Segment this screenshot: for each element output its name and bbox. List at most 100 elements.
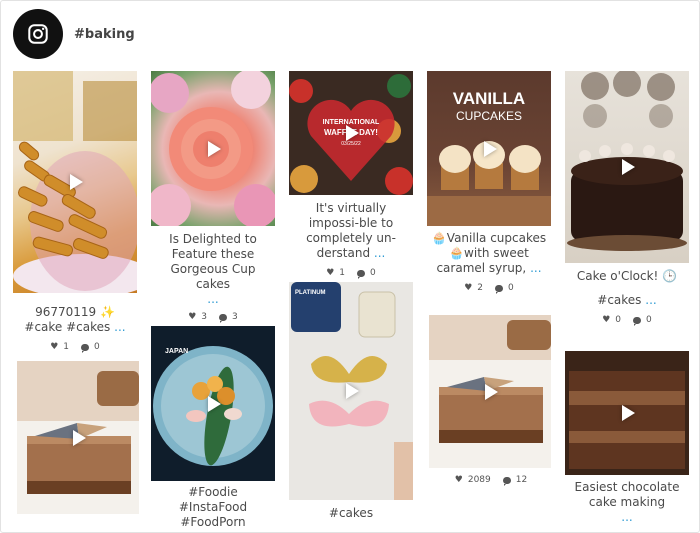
caption-text: Is Delighted to Feature these Gorgeous C… bbox=[169, 232, 257, 291]
post-stats: ♥ 2089 12 bbox=[429, 474, 553, 486]
vanilla-overlay: VANILLA bbox=[452, 89, 526, 108]
more-link[interactable]: ... bbox=[207, 292, 218, 306]
post-card: INTERNATIONAL WAFFLE DAY! 03/25/22 It's … bbox=[289, 71, 413, 279]
post-thumbnail[interactable] bbox=[429, 315, 551, 468]
heart-icon: ♥ bbox=[188, 311, 197, 322]
likes-count: 2089 bbox=[467, 475, 491, 485]
caption-tags: #cake #cakes bbox=[24, 320, 111, 334]
comments-count: 3 bbox=[232, 312, 238, 322]
post-caption: Easiest chocolate cake making ... bbox=[565, 480, 689, 525]
post-stats: ♥ 0 0 bbox=[565, 314, 689, 326]
likes-count: 0 bbox=[615, 315, 622, 325]
likes-stat: ♥ 1 bbox=[326, 268, 345, 278]
likes-count: 1 bbox=[339, 268, 346, 278]
post-thumbnail[interactable] bbox=[565, 71, 689, 263]
comments-stat: 0 bbox=[495, 283, 514, 294]
comments-stat: 0 bbox=[633, 315, 652, 326]
comments-stat: 3 bbox=[219, 312, 238, 323]
likes-stat: ♥ 3 bbox=[188, 312, 207, 322]
instagram-avatar[interactable] bbox=[13, 9, 63, 59]
comment-icon bbox=[633, 316, 642, 326]
caption-tags: #cakes bbox=[597, 293, 642, 307]
post-thumbnail[interactable]: VANILLA CUPCAKES bbox=[427, 71, 551, 226]
comment-icon bbox=[495, 284, 504, 294]
play-icon bbox=[346, 383, 359, 399]
post-caption: #cakes bbox=[328, 506, 374, 520]
post-card: Is Delighted to Feature these Gorgeous C… bbox=[151, 71, 275, 323]
waffle-date: 03/25/22 bbox=[341, 141, 361, 147]
post-thumbnail[interactable]: PLATINUM bbox=[289, 282, 413, 500]
comments-count: 0 bbox=[508, 283, 514, 293]
likes-stat: ♥ 0 bbox=[602, 315, 621, 325]
comments-count: 12 bbox=[515, 475, 528, 485]
hashtag-title[interactable]: #baking bbox=[74, 27, 135, 42]
feed-header: #baking bbox=[13, 9, 135, 59]
comments-stat: 0 bbox=[81, 342, 100, 353]
likes-stat: ♥ 2089 bbox=[455, 475, 491, 485]
post-card: PLATINUM #cakes bbox=[289, 282, 413, 521]
post-thumbnail[interactable] bbox=[13, 71, 137, 293]
more-link[interactable]: ... bbox=[530, 261, 541, 275]
more-link[interactable]: ... bbox=[621, 510, 632, 524]
post-card: Cake o'Clock! 🕒 #cakes ... ♥ 0 0 bbox=[565, 71, 689, 326]
post-card: JAPAN #Foodie #InstaFood #FoodPorn #NomN… bbox=[151, 326, 275, 532]
post-caption: Cake o'Clock! 🕒 #cakes ... bbox=[565, 269, 689, 308]
caption-tags-line: #cake #cakes ... bbox=[15, 320, 135, 335]
heart-icon: ♥ bbox=[50, 341, 59, 352]
play-icon bbox=[70, 174, 83, 190]
post-caption: 96770119 ✨ #cake #cakes ... bbox=[13, 305, 137, 335]
likes-count: 3 bbox=[201, 312, 208, 322]
comments-count: 0 bbox=[370, 268, 376, 278]
caption-text: 🧁Vanilla cupcakes 🧁with sweet caramel sy… bbox=[431, 231, 547, 275]
comment-icon bbox=[357, 269, 366, 279]
post-thumbnail[interactable] bbox=[17, 361, 139, 514]
post-caption: It's virtually impossi-ble to completely… bbox=[289, 201, 413, 261]
more-link[interactable]: ... bbox=[114, 320, 125, 334]
likes-count: 2 bbox=[477, 283, 484, 293]
post-card: 96770119 ✨ #cake #cakes ... ♥ 1 0 bbox=[13, 71, 137, 353]
likes-stat: ♥ 1 bbox=[50, 342, 69, 352]
post-thumbnail[interactable] bbox=[151, 71, 275, 226]
play-icon bbox=[208, 395, 221, 412]
post-card: Easiest chocolate cake making ... bbox=[565, 351, 689, 525]
post-stats: ♥ 2 0 bbox=[427, 282, 551, 294]
play-icon bbox=[622, 159, 635, 175]
likes-stat: ♥ 2 bbox=[464, 283, 483, 293]
heart-icon: ♥ bbox=[326, 267, 335, 278]
post-stats: ♥ 1 0 bbox=[289, 267, 413, 279]
post-caption: 🧁Vanilla cupcakes 🧁with sweet caramel sy… bbox=[427, 231, 551, 276]
platinum-label: PLATINUM bbox=[295, 290, 326, 296]
comments-count: 0 bbox=[94, 342, 100, 352]
play-icon bbox=[622, 405, 635, 421]
play-icon bbox=[484, 140, 497, 157]
caption-line: Cake o'Clock! 🕒 bbox=[576, 269, 678, 283]
post-card bbox=[17, 361, 141, 514]
more-link[interactable]: ... bbox=[645, 293, 656, 307]
comment-icon bbox=[502, 476, 511, 486]
play-icon bbox=[346, 125, 359, 141]
caption-text: Easiest chocolate cake making bbox=[574, 480, 680, 509]
heart-icon: ♥ bbox=[602, 314, 611, 325]
post-thumbnail[interactable]: INTERNATIONAL WAFFLE DAY! 03/25/22 bbox=[289, 71, 413, 195]
likes-count: 1 bbox=[63, 342, 70, 352]
japan-label: JAPAN bbox=[165, 348, 189, 355]
comments-count: 0 bbox=[646, 315, 652, 325]
comments-stat: 12 bbox=[502, 475, 528, 486]
comment-icon bbox=[219, 313, 228, 323]
comments-stat: 0 bbox=[357, 268, 376, 279]
play-icon bbox=[485, 383, 498, 400]
instagram-icon bbox=[28, 24, 48, 44]
post-stats: ♥ 1 0 bbox=[13, 341, 137, 353]
instagram-feed-widget: #baking 96770119 ✨ #cake #cakes ... ♥ 1 … bbox=[0, 0, 700, 533]
post-thumbnail[interactable]: JAPAN bbox=[151, 326, 275, 481]
post-card: VANILLA CUPCAKES 🧁Vanilla cupcakes 🧁with… bbox=[427, 71, 551, 294]
more-link[interactable]: ... bbox=[374, 246, 385, 260]
caption-line: 96770119 ✨ bbox=[35, 305, 115, 319]
post-stats: ♥ 3 3 bbox=[151, 311, 275, 323]
cupcakes-overlay: CUPCAKES bbox=[455, 109, 523, 123]
play-icon bbox=[208, 140, 221, 157]
heart-icon: ♥ bbox=[454, 474, 463, 485]
post-thumbnail[interactable] bbox=[565, 351, 689, 475]
play-icon bbox=[73, 429, 86, 446]
post-card: ♥ 2089 12 bbox=[429, 315, 553, 486]
